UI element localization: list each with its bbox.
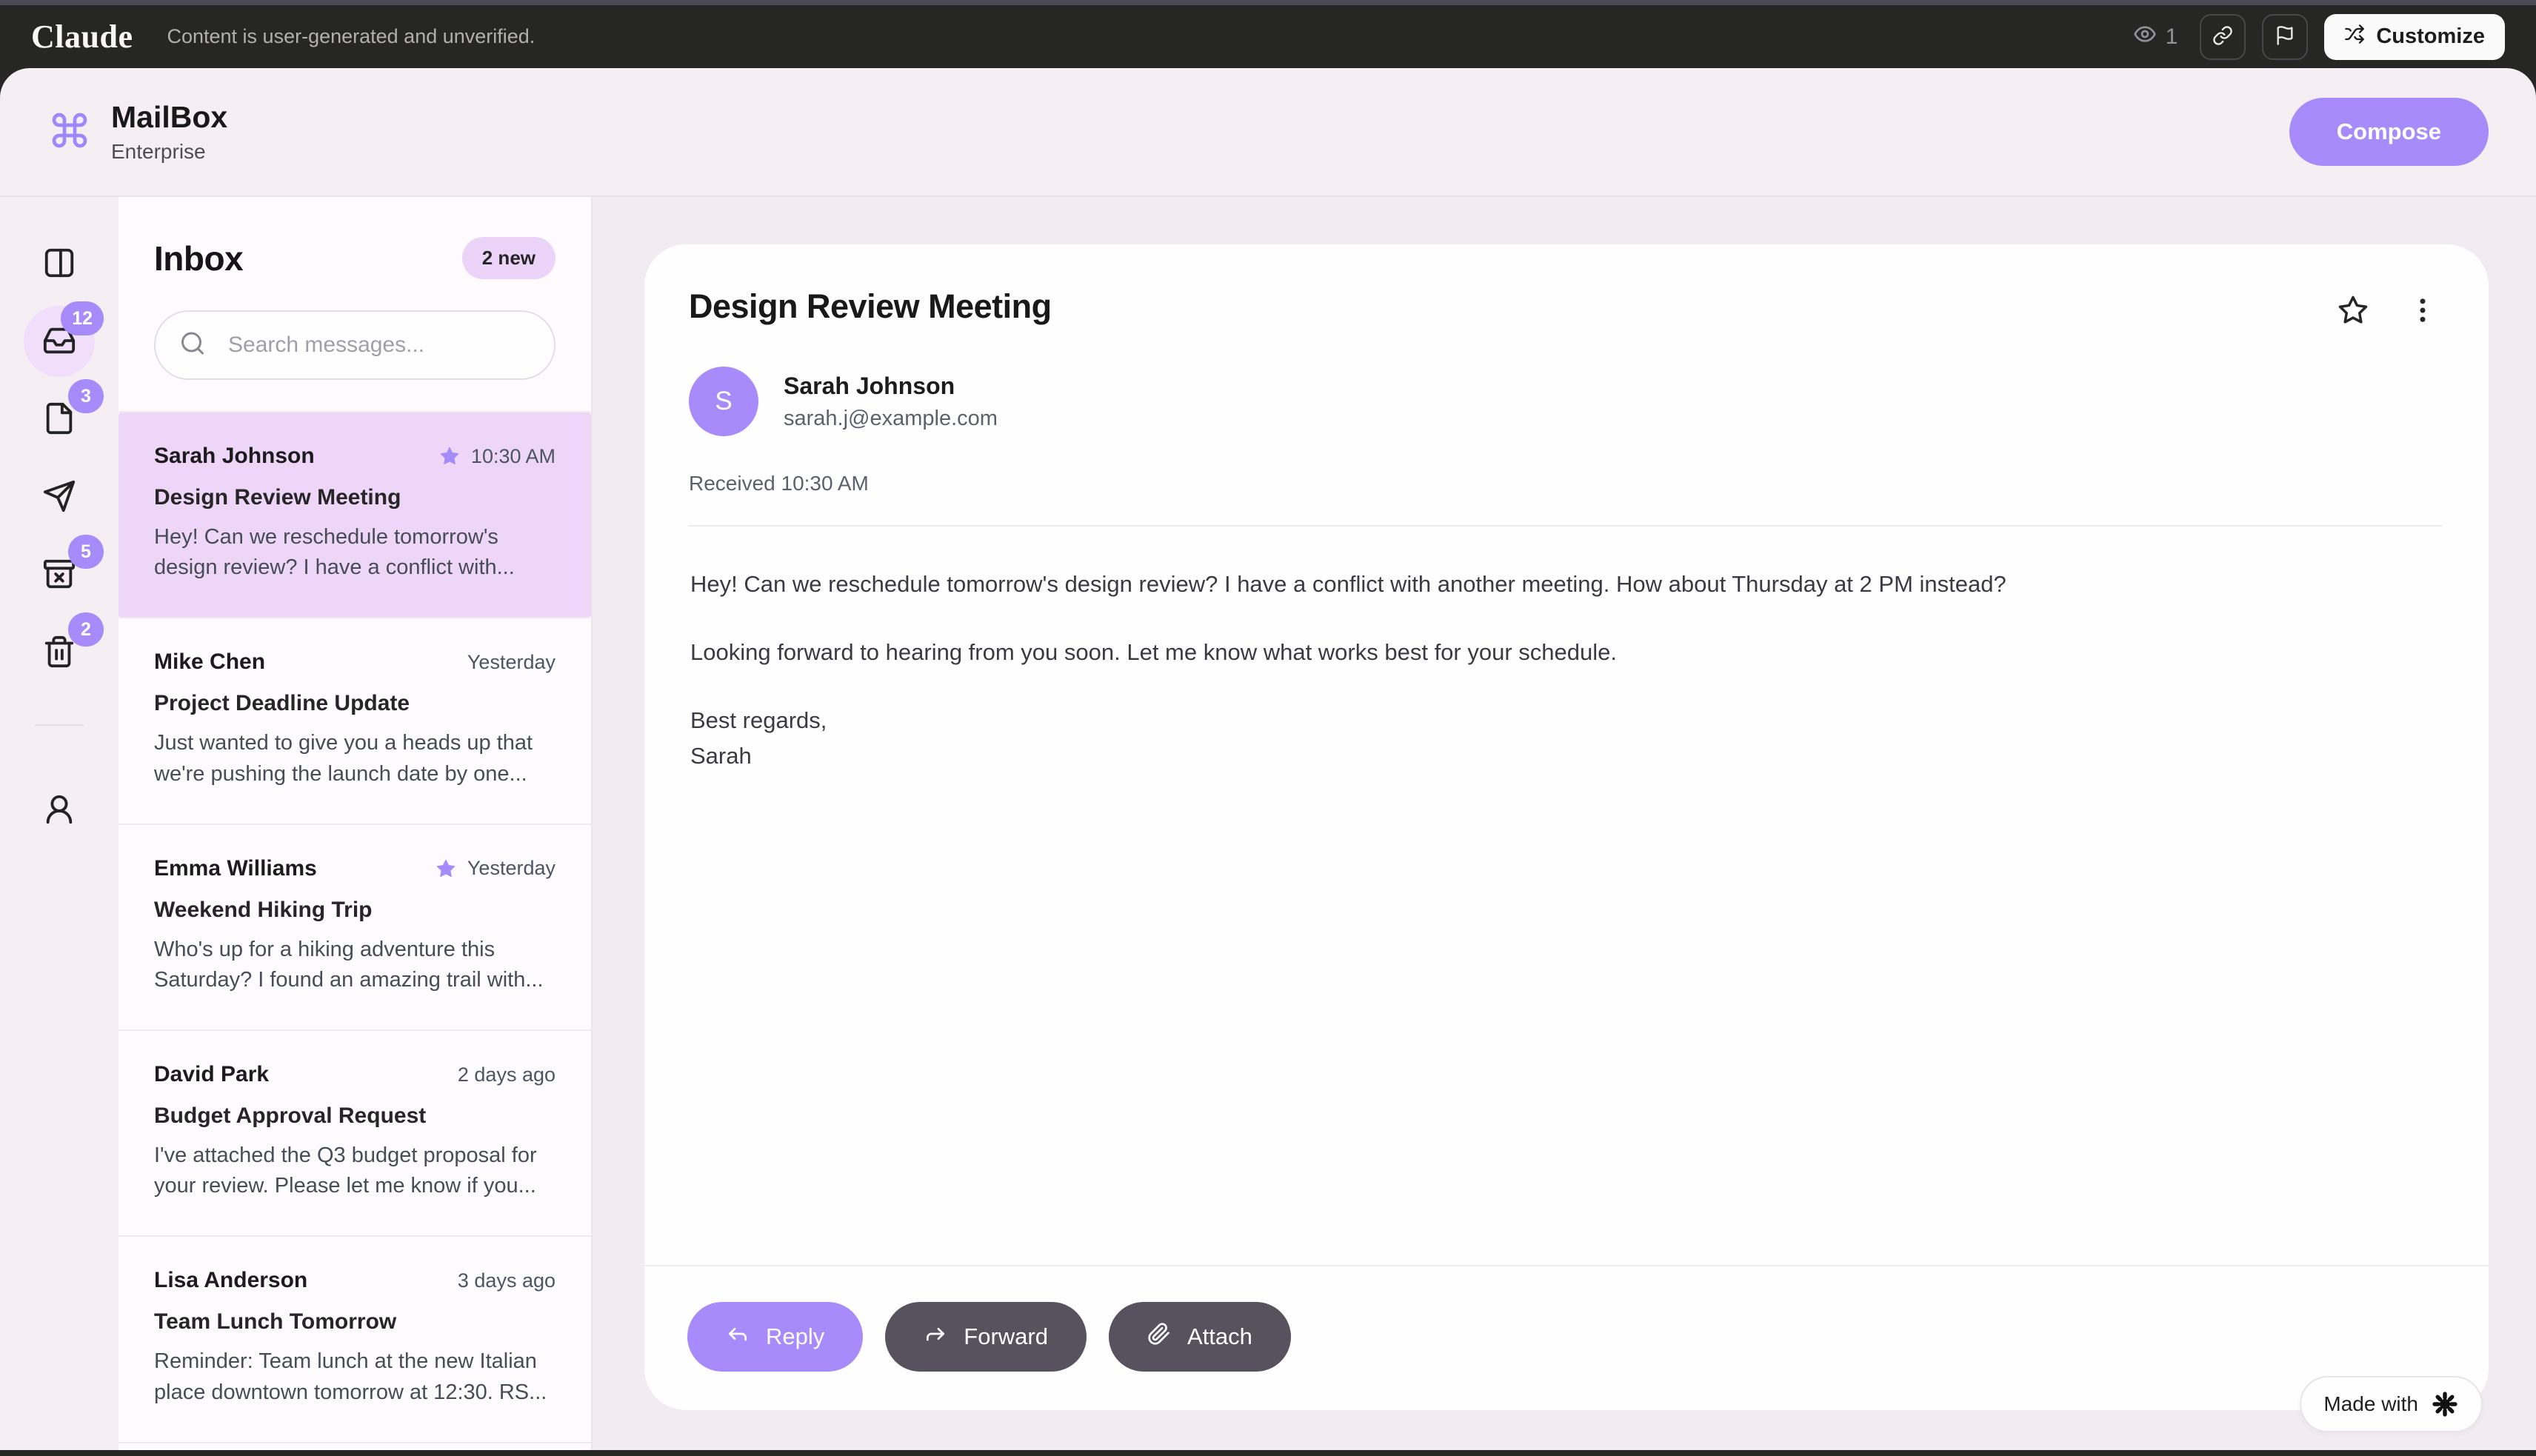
claude-topbar: Claude Content is user-generated and unv… (0, 5, 2536, 68)
forward-label: Forward (964, 1323, 1048, 1350)
email-preview: Reminder: Team lunch at the new Italian … (154, 1346, 555, 1407)
sender-email: sarah.j@example.com (784, 407, 998, 431)
email-subject: Project Deadline Update (154, 691, 555, 716)
reply-label: Reply (766, 1323, 824, 1350)
star-icon (439, 446, 460, 467)
email-preview: Just wanted to give you a heads up that … (154, 728, 555, 789)
email-detail-card: Design Review Meeting (644, 244, 2489, 1410)
email-sender: Emma Williams (154, 856, 317, 881)
user-icon (42, 792, 76, 829)
window-top-edge (0, 0, 2536, 5)
search-input[interactable] (154, 310, 555, 380)
flag-icon (2275, 25, 2295, 48)
drafts-count-badge: 3 (68, 379, 104, 413)
link-icon (2212, 25, 2233, 48)
email-detail-subject: Design Review Meeting (689, 287, 1052, 326)
made-with-label: Made with (2323, 1392, 2418, 1416)
email-body: Hey! Can we reschedule tomorrow's design… (644, 527, 2489, 1265)
command-icon (49, 110, 90, 155)
email-sender: Mike Chen (154, 649, 265, 675)
view-counter: 1 (2133, 22, 2178, 52)
email-list-item[interactable]: Mike Chen Yesterday Project Deadline Upd… (119, 618, 591, 824)
spam-count-badge: 5 (68, 535, 104, 569)
toggle-panel-button[interactable] (24, 228, 95, 299)
email-time: Yesterday (467, 651, 555, 674)
screen: Claude Content is user-generated and unv… (0, 0, 2536, 1456)
panel-icon (42, 246, 76, 282)
email-list-item[interactable]: David Park 2 days ago Budget Approval Re… (119, 1031, 591, 1237)
email-paragraph: Looking forward to hearing from you soon… (690, 635, 2443, 670)
app-title: MailBox (111, 100, 227, 135)
claude-logo: Claude (31, 18, 133, 56)
inbox-title: Inbox (154, 238, 243, 278)
nav-spam-button[interactable]: 5 (24, 539, 95, 610)
email-sender: David Park (154, 1062, 269, 1087)
compose-button[interactable]: Compose (2289, 98, 2489, 166)
eye-icon (2133, 22, 2157, 52)
attach-button[interactable]: Attach (1109, 1302, 1291, 1372)
search-icon (179, 330, 206, 361)
app-header: MailBox Enterprise Compose (0, 68, 2536, 197)
message-list-panel: Inbox 2 new Sarah Johnson (119, 197, 593, 1450)
customize-button[interactable]: Customize (2324, 14, 2505, 60)
nav-drafts-button[interactable]: 3 (24, 384, 95, 455)
reply-button[interactable]: Reply (687, 1302, 863, 1372)
email-list-item[interactable]: Emma Williams Yesterday Weekend Hiking T… (119, 825, 591, 1031)
nav-inbox-button[interactable]: 12 (24, 306, 95, 377)
unverified-notice: Content is user-generated and unverified… (167, 25, 535, 48)
more-options-button[interactable] (2403, 290, 2443, 333)
copy-link-button[interactable] (2200, 14, 2246, 60)
mailbox-app: MailBox Enterprise Compose 12 (0, 68, 2536, 1450)
new-messages-badge: 2 new (462, 237, 555, 279)
star-icon (436, 858, 456, 879)
send-icon (42, 479, 76, 515)
email-list-item[interactable]: Sarah Johnson 10:30 AM Design Review Mee… (119, 413, 591, 618)
nav-trash-button[interactable]: 2 (24, 617, 95, 688)
email-preview: I've attached the Q3 budget proposal for… (154, 1141, 555, 1201)
sender-name: Sarah Johnson (784, 373, 998, 400)
star-outline-icon (2338, 295, 2369, 328)
reply-arrow-icon (726, 1322, 750, 1352)
profile-button[interactable] (24, 775, 95, 846)
nav-sent-button[interactable] (24, 461, 95, 532)
claude-spark-icon (2431, 1390, 2459, 1418)
email-time: Yesterday (467, 857, 555, 880)
made-with-badge[interactable]: Made with (2300, 1376, 2483, 1432)
email-list: Sarah Johnson 10:30 AM Design Review Mee… (119, 411, 591, 1450)
email-preview: Hey! Can we reschedule tomorrow's design… (154, 522, 555, 583)
star-message-button[interactable] (2333, 290, 2373, 333)
email-paragraph: Hey! Can we reschedule tomorrow's design… (690, 567, 2443, 602)
more-vertical-icon (2407, 295, 2438, 328)
customize-label: Customize (2376, 24, 2485, 49)
forward-arrow-icon (924, 1322, 947, 1352)
app-subtitle: Enterprise (111, 140, 227, 164)
email-time: 2 days ago (458, 1063, 555, 1086)
email-subject: Design Review Meeting (154, 485, 555, 510)
email-sender: Lisa Anderson (154, 1268, 307, 1293)
sender-avatar: S (689, 367, 758, 436)
shuffle-icon (2344, 24, 2365, 50)
email-list-item[interactable]: Lisa Anderson 3 days ago Team Lunch Tomo… (119, 1237, 591, 1443)
email-subject: Budget Approval Request (154, 1103, 555, 1129)
email-time: 10:30 AM (471, 445, 555, 468)
attach-label: Attach (1187, 1323, 1252, 1350)
paperclip-icon (1147, 1322, 1171, 1352)
email-subject: Weekend Hiking Trip (154, 898, 555, 923)
email-preview: Who's up for a hiking adventure this Sat… (154, 935, 555, 995)
report-flag-button[interactable] (2262, 14, 2308, 60)
email-signature: Best regards, Sarah (690, 703, 2443, 774)
action-bar: Reply Forward Attach (644, 1265, 2489, 1410)
email-subject: Team Lunch Tomorrow (154, 1309, 555, 1335)
icon-rail: 12 3 5 (0, 197, 119, 1450)
email-time: 3 days ago (458, 1269, 555, 1292)
email-sender: Sarah Johnson (154, 444, 315, 469)
view-count: 1 (2166, 24, 2178, 50)
forward-button[interactable]: Forward (885, 1302, 1087, 1372)
inbox-count-badge: 12 (61, 301, 104, 335)
rail-divider (35, 724, 84, 726)
trash-count-badge: 2 (68, 612, 104, 647)
received-timestamp: Received 10:30 AM (689, 472, 2443, 495)
reading-pane: Design Review Meeting (593, 197, 2536, 1450)
